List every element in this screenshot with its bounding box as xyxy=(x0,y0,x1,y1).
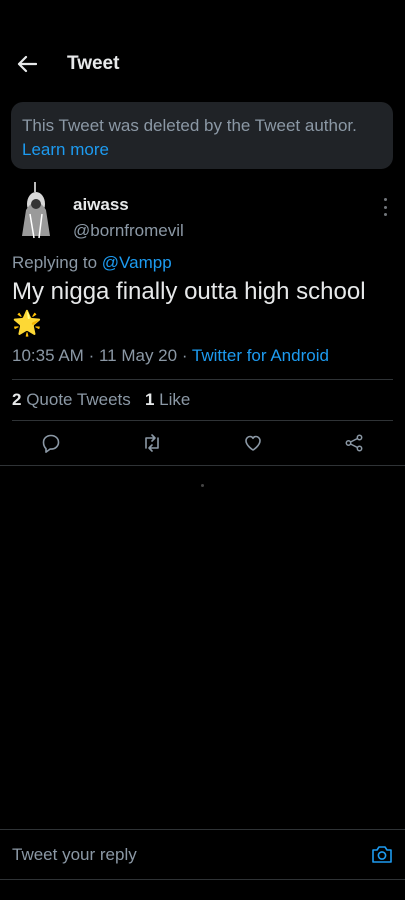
sun-emoji: 🌟 xyxy=(12,310,42,337)
more-options-icon[interactable] xyxy=(378,198,392,216)
retweet-icon xyxy=(145,434,159,452)
back-button[interactable] xyxy=(14,51,40,77)
avatar[interactable] xyxy=(12,180,60,240)
divider xyxy=(0,465,405,466)
tweet-meta: 10:35 AM · 11 May 20 · Twitter for Andro… xyxy=(12,346,329,365)
like-button[interactable] xyxy=(242,432,264,454)
page-title: Tweet xyxy=(67,53,120,74)
tweet-time: 10:35 AM xyxy=(12,346,84,365)
divider xyxy=(12,420,393,421)
divider xyxy=(0,879,405,880)
reply-icon xyxy=(42,434,60,453)
replying-prefix: Replying to xyxy=(12,253,98,272)
avatar-image xyxy=(12,180,60,240)
top-bar: Tweet xyxy=(0,42,405,88)
replying-to-line: Replying to @Vampp xyxy=(12,253,172,273)
deleted-notice-text: This Tweet was deleted by the Tweet auth… xyxy=(22,116,357,135)
reply-input[interactable] xyxy=(12,843,352,867)
divider xyxy=(12,379,393,380)
loading-indicator xyxy=(201,484,204,487)
replying-mention-link[interactable]: @Vampp xyxy=(102,253,172,272)
tweet-source-link[interactable]: Twitter for Android xyxy=(192,346,329,365)
tweet-text: My nigga finally outta high school 🌟 xyxy=(12,276,382,340)
quote-tweets-stat[interactable]: 2 Quote Tweets xyxy=(12,390,131,409)
author-handle[interactable]: @bornfromevil xyxy=(73,221,184,241)
reply-composer xyxy=(0,829,405,879)
likes-stat[interactable]: 1 Like xyxy=(145,390,190,409)
like-icon xyxy=(245,435,261,451)
camera-button[interactable] xyxy=(370,843,394,865)
learn-more-link[interactable]: Learn more xyxy=(22,138,382,162)
share-button[interactable] xyxy=(343,432,365,454)
tweet-date: 11 May 20 xyxy=(98,346,178,365)
camera-icon xyxy=(372,846,392,863)
tweet-stats: 2 Quote Tweets 1 Like xyxy=(12,390,190,410)
share-icon xyxy=(345,434,363,452)
author-name[interactable]: aiwass xyxy=(73,195,129,215)
deleted-tweet-notice: This Tweet was deleted by the Tweet auth… xyxy=(11,102,393,169)
reply-button[interactable] xyxy=(40,432,62,454)
retweet-button[interactable] xyxy=(141,432,163,454)
arrow-left-icon xyxy=(17,55,37,73)
tweet-body: My nigga finally outta high school xyxy=(12,278,366,305)
